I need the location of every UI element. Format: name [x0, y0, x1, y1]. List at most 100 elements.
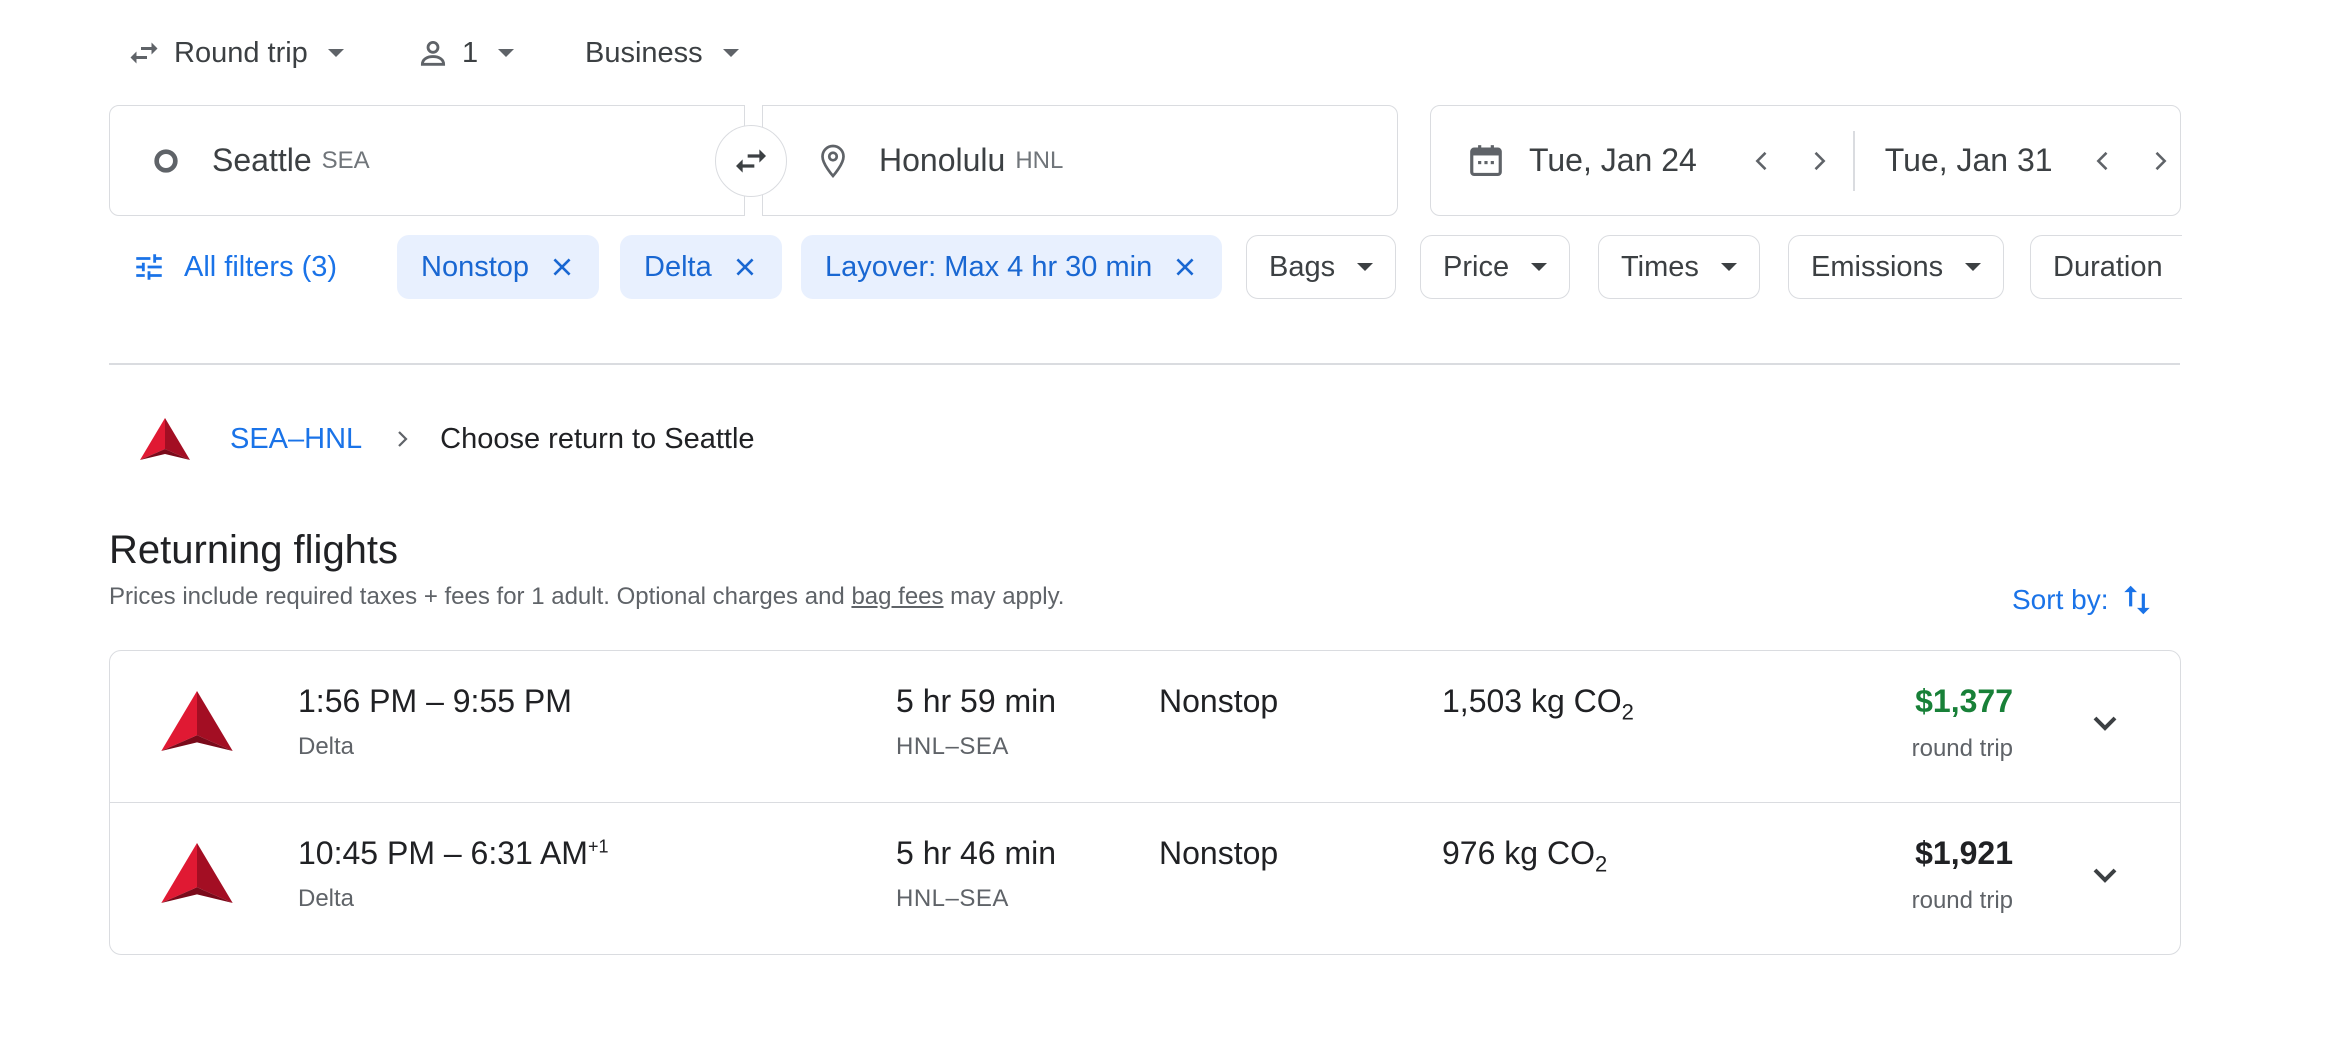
flight-row[interactable]: 10:45 PM – 6:31 AM+1 Delta 5 hr 46 min H… [110, 802, 2180, 954]
cabin-class-label: Business [585, 36, 703, 69]
caret-down-icon [1720, 263, 1737, 271]
date-range-field: Tue, Jan 24 Tue, Jan 31 [1430, 105, 2181, 216]
flight-route: HNL–SEA [896, 733, 1009, 760]
expand-chevron-icon[interactable] [2085, 855, 2125, 895]
dropdown-label: Times [1621, 250, 1699, 283]
breadcrumb-route-link[interactable]: SEA–HNL [230, 423, 362, 456]
expand-chevron-icon[interactable] [2085, 703, 2125, 743]
price-note: Prices include required taxes + fees for… [109, 583, 1064, 611]
page-title: Returning flights [109, 528, 399, 572]
swap-locations-button[interactable] [715, 125, 787, 197]
flight-times: 1:56 PM – 9:55 PM [298, 683, 572, 720]
dropdown-label: Price [1443, 250, 1510, 283]
sort-by-label: Sort by: [2012, 584, 2109, 615]
delta-logo-icon [160, 843, 234, 903]
caret-down-icon [1531, 263, 1548, 271]
passengers-count: 1 [462, 36, 479, 69]
price-note-prefix: Prices include required taxes + fees for… [109, 583, 852, 610]
depart-prev-day-button[interactable] [1742, 141, 1782, 181]
flight-emissions: 1,503 kg CO2 [1442, 683, 1634, 725]
swap-arrows-icon [126, 35, 162, 71]
flight-duration: 5 hr 59 min [896, 683, 1057, 719]
all-filters-label: All filters (3) [184, 250, 338, 283]
filter-chip-label: Nonstop [421, 250, 530, 283]
close-icon[interactable] [732, 254, 758, 280]
destination-field[interactable]: Honolulu HNL [762, 105, 1398, 216]
filter-chip-layover[interactable]: Layover: Max 4 hr 30 min [801, 235, 1223, 299]
person-icon [416, 36, 450, 70]
day-offset: +1 [587, 836, 609, 857]
caret-down-icon [498, 49, 515, 57]
filter-dropdown-bags[interactable]: Bags [1246, 235, 1397, 299]
trip-type-label: Round trip [174, 36, 308, 69]
filter-dropdown-emissions[interactable]: Emissions [1788, 235, 2005, 299]
flight-route: HNL–SEA [896, 885, 1009, 912]
tune-icon [132, 250, 166, 284]
caret-down-icon [722, 49, 739, 57]
filter-dropdown-duration[interactable]: Duration [2030, 235, 2182, 299]
flight-emissions: 976 kg CO2 [1442, 835, 1607, 877]
dropdown-label: Bags [1269, 250, 1336, 283]
emissions-value: 976 kg CO [1442, 835, 1595, 871]
flight-times-text: 1:56 PM – 9:55 PM [298, 683, 572, 719]
caret-down-icon [327, 49, 344, 57]
caret-down-icon [1965, 263, 1982, 271]
flight-stops: Nonstop [1159, 835, 1279, 871]
return-date[interactable]: Tue, Jan 31 [1885, 142, 2083, 179]
all-filters-button[interactable]: All filters (3) [132, 235, 337, 299]
origin-city: Seattle [212, 142, 312, 178]
close-icon[interactable] [549, 254, 575, 280]
bag-fees-link[interactable]: bag fees [851, 583, 943, 610]
filter-chip-delta[interactable]: Delta [620, 235, 782, 299]
flight-price: $1,921 [1915, 835, 2013, 871]
airline-name: Delta [298, 885, 355, 912]
depart-date[interactable]: Tue, Jan 24 [1529, 142, 1727, 179]
caret-down-icon [1357, 263, 1374, 271]
sort-arrows-icon [2118, 580, 2156, 620]
breadcrumb-current: Choose return to Seattle [440, 422, 755, 455]
depart-next-day-button[interactable] [1800, 141, 1840, 181]
swap-arrows-icon [731, 141, 771, 181]
breadcrumb: SEA–HNL Choose return to Seattle [140, 415, 755, 463]
price-note-suffix: may apply. [943, 583, 1065, 610]
trip-type-select[interactable]: Round trip [126, 30, 344, 76]
date-divider [1853, 130, 1855, 191]
calendar-icon [1467, 142, 1505, 180]
filter-dropdown-price[interactable]: Price [1420, 235, 1571, 299]
filter-chip-label: Layover: Max 4 hr 30 min [825, 250, 1153, 283]
emissions-value: 1,503 kg CO [1442, 683, 1622, 719]
dropdown-label: Duration [2053, 250, 2163, 283]
delta-logo-icon [140, 418, 190, 460]
price-note: round trip [1911, 887, 2013, 914]
dropdown-label: Emissions [1811, 250, 1944, 283]
filter-dropdown-times[interactable]: Times [1598, 235, 1760, 299]
sort-by-button[interactable]: Sort by: [2012, 580, 2156, 620]
flight-times: 10:45 PM – 6:31 AM+1 [298, 835, 608, 872]
emissions-subscript: 2 [1594, 851, 1608, 877]
passengers-select[interactable]: 1 [416, 30, 515, 76]
flight-times-text: 10:45 PM – 6:31 AM [298, 835, 588, 871]
location-pin-icon [815, 143, 851, 179]
delta-logo-icon [160, 691, 234, 751]
return-next-day-button[interactable] [2140, 141, 2180, 181]
price-note: round trip [1911, 735, 2013, 762]
flight-row[interactable]: 1:56 PM – 9:55 PM Delta 5 hr 59 min HNL–… [110, 651, 2180, 802]
flight-stops: Nonstop [1159, 683, 1279, 719]
origin-field[interactable]: Seattle SEA [109, 105, 745, 216]
flight-results-list: 1:56 PM – 9:55 PM Delta 5 hr 59 min HNL–… [109, 650, 2181, 955]
origin-circle-icon [150, 145, 182, 177]
flight-price: $1,377 [1915, 683, 2013, 719]
emissions-subscript: 2 [1621, 699, 1634, 725]
airline-name: Delta [298, 733, 355, 760]
destination-city: Honolulu [879, 142, 1006, 178]
destination-code: HNL [1015, 146, 1064, 174]
flight-duration: 5 hr 46 min [896, 835, 1057, 871]
filter-chip-label: Delta [644, 250, 712, 283]
filter-chip-nonstop[interactable]: Nonstop [397, 235, 600, 299]
close-icon[interactable] [1172, 254, 1198, 280]
section-divider [109, 363, 2180, 365]
origin-code: SEA [321, 146, 370, 174]
chevron-right-icon [390, 427, 414, 451]
cabin-class-select[interactable]: Business [585, 30, 739, 76]
return-prev-day-button[interactable] [2083, 141, 2123, 181]
